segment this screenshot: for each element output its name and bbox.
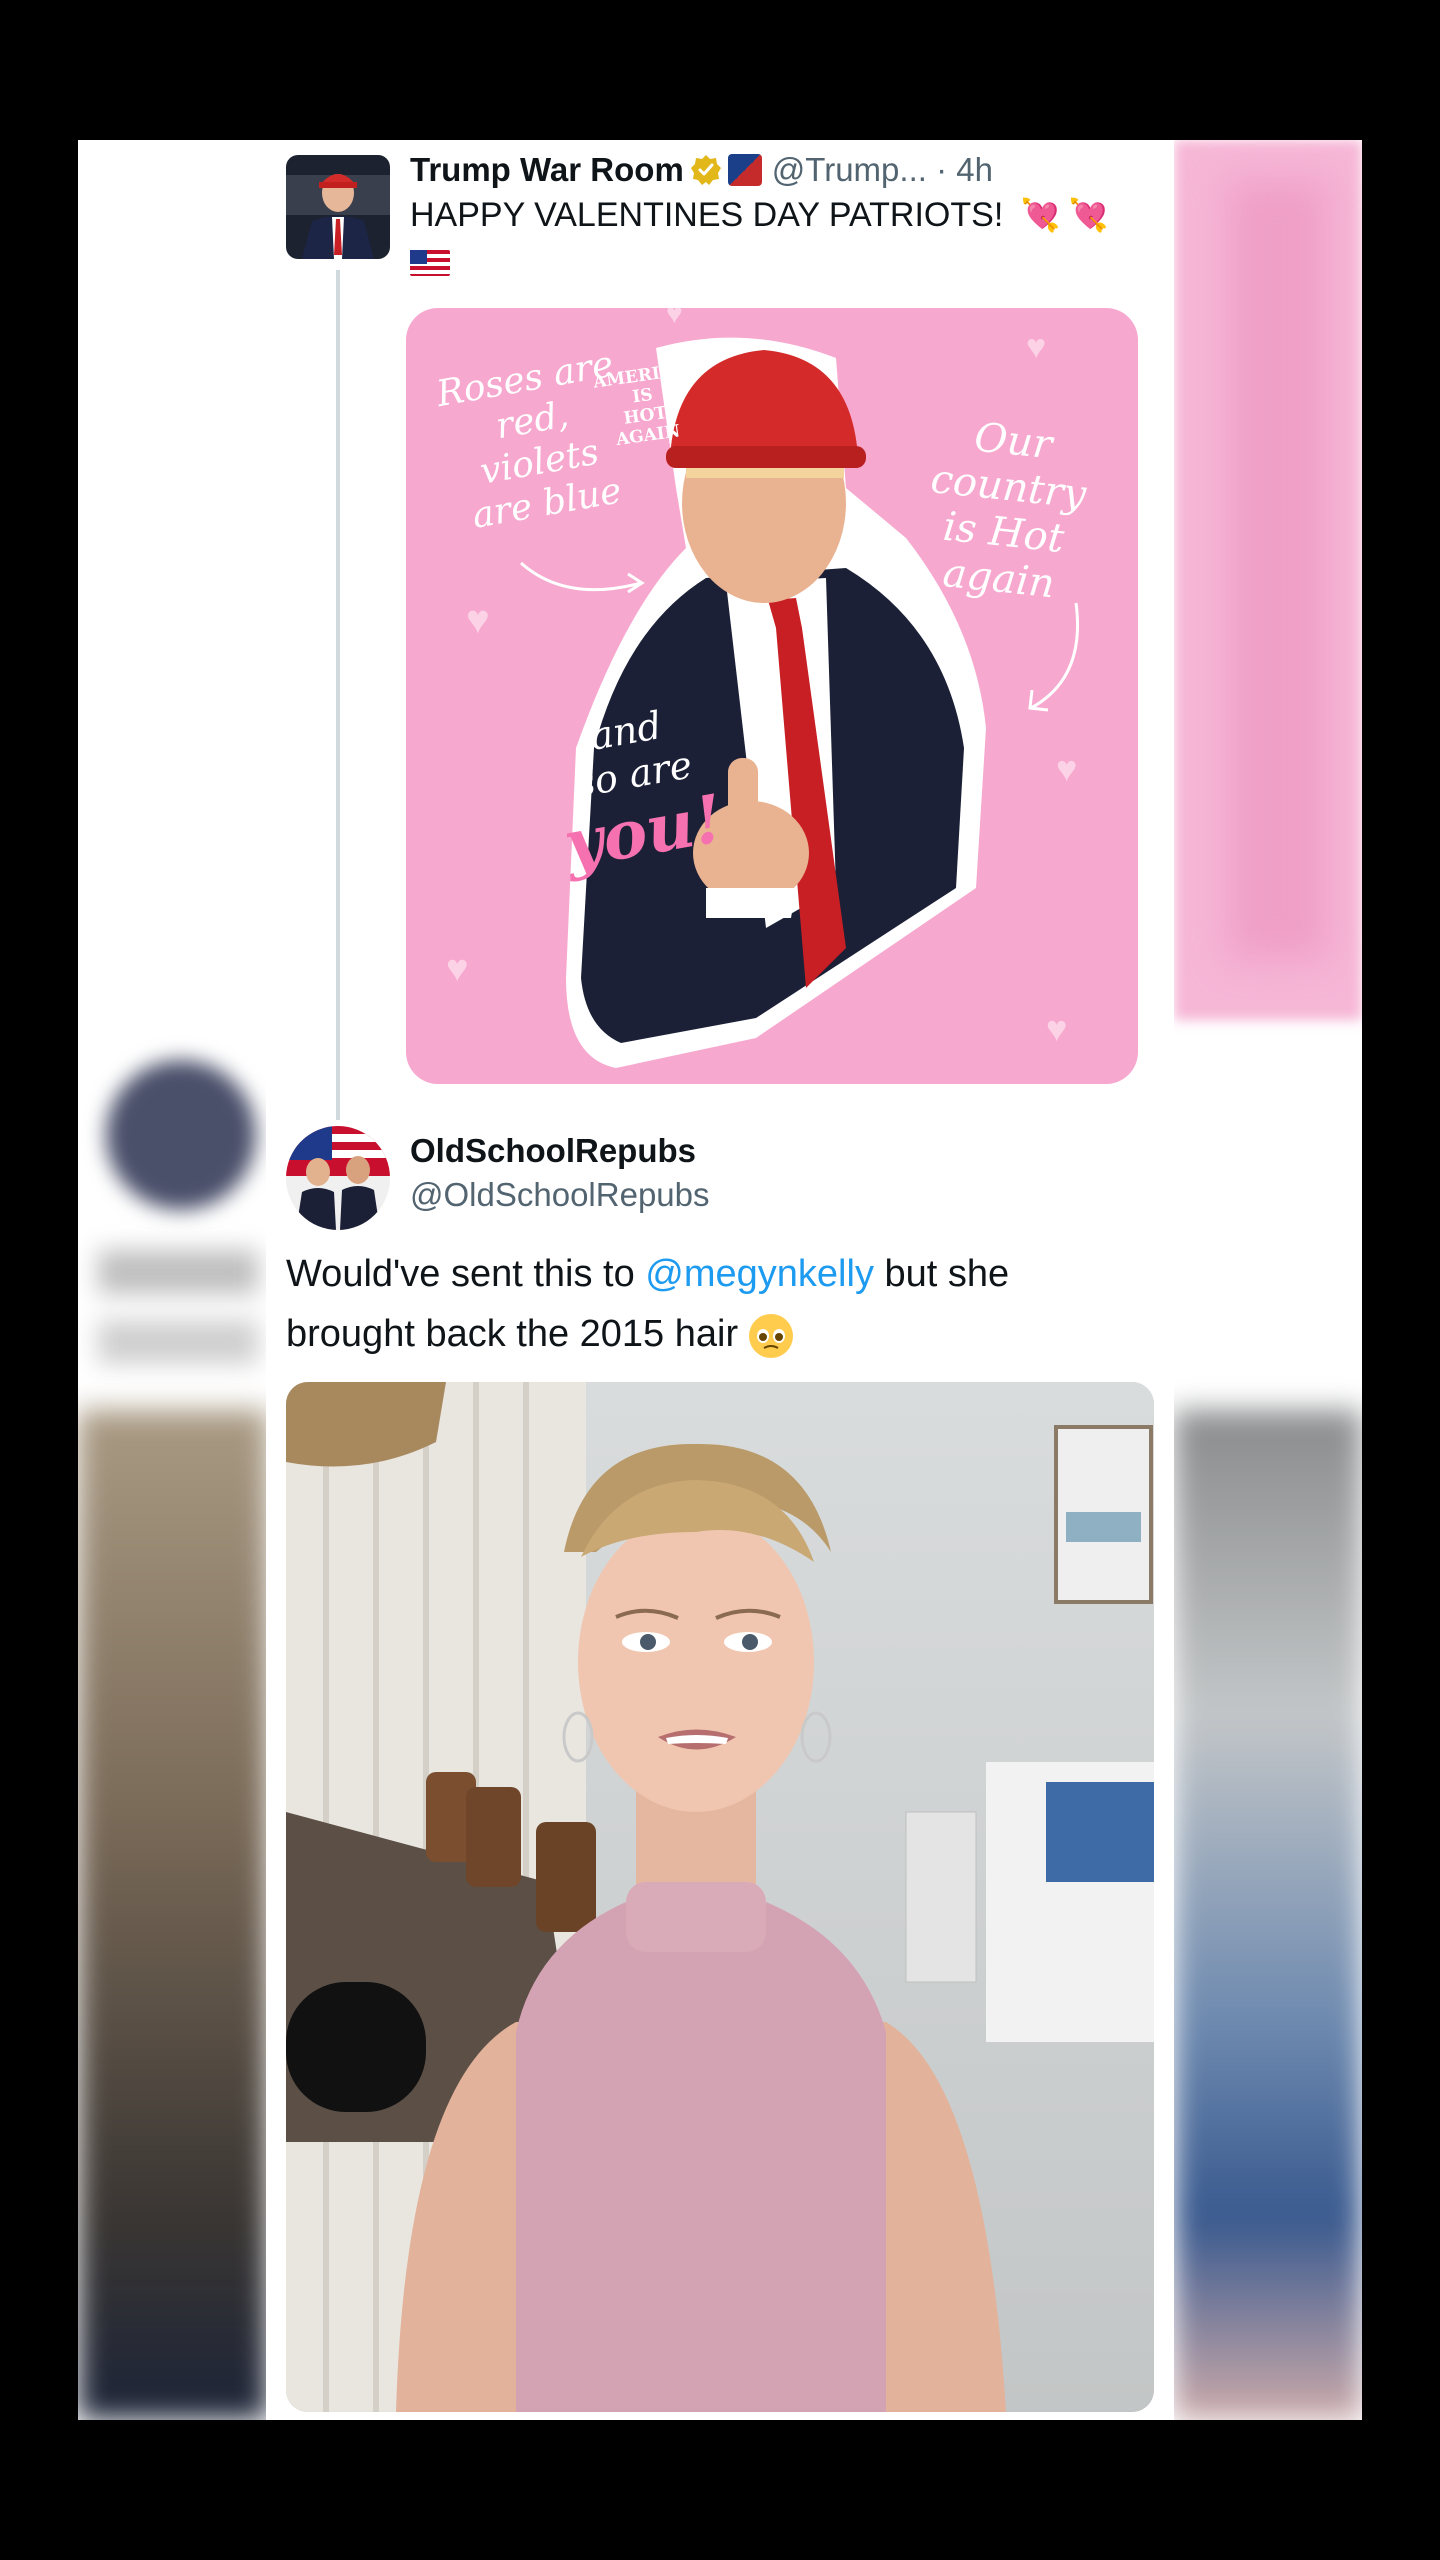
curved-arrow-icon [520,561,645,594]
blurred-pink-area-2 [1228,180,1328,960]
tweet2-handle[interactable]: @OldSchoolRepubs [410,1176,710,1214]
us-flag-emoji-icon [410,250,450,277]
tweet2-photo[interactable] [286,1382,1154,2412]
so-are-you-text: and so are you! [543,695,728,884]
tweet1-text: HAPPY VALENTINES DAY PATRIOTS! [410,196,1004,234]
tweet-thread-card: Trump War Room @Trump... · 4h HAPPY VALE… [266,140,1174,2420]
pleading-face-emoji-icon [748,1313,793,1358]
tweet1-header: Trump War Room @Trump... · 4h [410,148,993,192]
blurred-photo-left [78,1410,268,2420]
valentine-card-image[interactable]: ♥ ♥ ♥ ♥ ♥ ♥ AMERICA IS HOT AGAIN Roses a… [406,308,1138,1084]
tweet1-handle-time[interactable]: @Trump... · 4h [772,151,993,189]
verified-badge-icon [690,155,721,185]
affiliate-badge-icon [727,154,762,186]
thread-connector-line [336,270,340,1120]
blurred-photo-right [1174,1410,1362,2420]
curved-arrow-icon-2 [1028,602,1080,712]
heart-decoration-icon: ♥ [466,598,490,642]
blurred-text [98,1250,258,1294]
heart-with-arrow-emoji-icon: 💘 [1020,197,1061,233]
blurred-avatar [106,1060,256,1210]
heart-decoration-icon-6: ♥ [666,308,683,329]
heart-with-arrow-emoji-icon-2: 💘 [1068,197,1109,233]
heart-decoration-icon-4: ♥ [446,948,469,990]
tweet2-display-name[interactable]: OldSchoolRepubs [410,1132,696,1170]
country-text: Our country is Hot again [897,408,1115,612]
tweet2-body: Would've sent this to @megynkelly but sh… [286,1244,1146,1364]
trump-war-room-avatar[interactable] [286,155,390,259]
tweet1-display-name[interactable]: Trump War Room [410,151,684,189]
oldschoolrepubs-avatar[interactable] [286,1126,390,1230]
tweet2-text-before: Would've sent this to [286,1253,646,1295]
tweet1-body: HAPPY VALENTINES DAY PATRIOTS! 💘 💘 [410,192,1150,284]
blurred-text-2 [98,1320,258,1364]
roses-poem: Roses are red, violets are blue [423,342,649,542]
mention-link[interactable]: @megynkelly [645,1253,874,1295]
